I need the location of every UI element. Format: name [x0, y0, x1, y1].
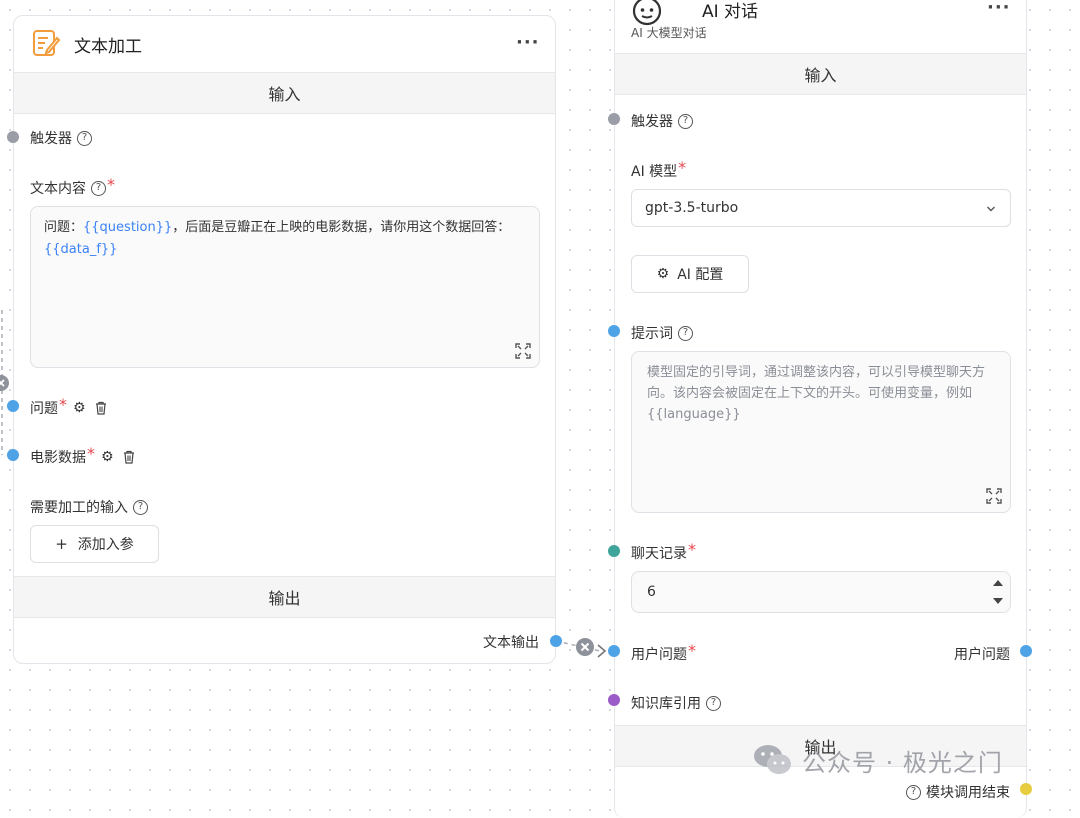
increment-arrow-icon[interactable] [992, 578, 1004, 588]
inputs-to-process-label: 需要加工的输入 ? [30, 497, 148, 517]
chevron-right-icon [597, 644, 607, 658]
user-question-output-handle[interactable] [1020, 645, 1032, 657]
required-marker: * [678, 157, 687, 177]
help-icon[interactable]: ? [133, 499, 148, 515]
question-input-handle[interactable] [7, 400, 19, 412]
ai-chat-node[interactable]: AI 对话 AI 大模型对话 ··· 输入 触发器 ? AI 模型 * gpt-… [614, 0, 1027, 818]
knowledge-base-input-handle[interactable] [608, 694, 620, 706]
user-question-input-handle[interactable] [608, 645, 620, 657]
module-end-label: ? 模块调用结束 [906, 782, 1010, 802]
chat-history-stepper[interactable]: 6 [631, 571, 1011, 613]
input-section-header: 输入 [14, 72, 555, 114]
text-output-handle[interactable] [550, 635, 562, 647]
settings-gear-icon[interactable]: ⚙ [73, 400, 86, 416]
prompt-textarea[interactable]: 模型固定的引导词，通过调整该内容，可以引导模型聊天方向。该内容会被固定在上下文的… [631, 351, 1011, 513]
required-marker: * [87, 443, 95, 463]
trigger-label: 触发器 ? [631, 111, 693, 131]
text-processing-node[interactable]: 文本加工 ··· 输入 触发器 ? 文本内容 ? * 问题：{{question… [13, 15, 556, 664]
plus-icon: + [55, 535, 68, 553]
expand-icon[interactable] [986, 488, 1002, 504]
node-subtitle: AI 大模型对话 [631, 26, 707, 40]
watermark-text: 公众号 · 极光之门 [802, 748, 1003, 777]
remove-connection-icon[interactable] [0, 374, 10, 392]
ai-model-select[interactable]: gpt-3.5-turbo [631, 189, 1011, 227]
trigger-input-handle[interactable] [7, 131, 19, 143]
trash-icon[interactable] [94, 401, 108, 415]
settings-gear-icon: ⚙ [656, 266, 670, 282]
node-title: 文本加工 [74, 37, 142, 57]
trigger-input-handle[interactable] [608, 113, 620, 125]
help-icon[interactable]: ? [906, 784, 921, 800]
trigger-label: 触发器 ? [30, 128, 92, 148]
prompt-placeholder: 模型固定的引导词，通过调整该内容，可以引导模型聊天方向。该内容会被固定在上下文的… [647, 365, 986, 422]
add-param-button[interactable]: + 添加入参 [30, 525, 159, 563]
chevron-down-icon [987, 206, 995, 212]
module-end-output-handle[interactable] [1020, 783, 1032, 795]
required-marker: * [59, 394, 67, 414]
user-question-output-label: 用户问题 [954, 647, 1010, 663]
help-icon[interactable]: ? [91, 180, 106, 196]
text-output-label: 文本输出 [483, 635, 539, 651]
help-icon[interactable]: ? [706, 695, 721, 711]
robot-face-icon [632, 0, 662, 26]
trash-icon[interactable] [122, 450, 136, 464]
wechat-icon [754, 745, 791, 774]
param-movie-data: 电影数据 * ⚙ [30, 443, 136, 467]
required-marker: * [107, 174, 115, 194]
chat-history-label: 聊天记录 * [631, 539, 696, 563]
variable-data-f: {{data_f}} [44, 242, 118, 257]
knowledge-base-label: 知识库引用 ? [631, 693, 721, 713]
movie-data-input-handle[interactable] [7, 449, 19, 461]
prompt-input-handle[interactable] [608, 325, 620, 337]
more-options-button[interactable]: ··· [516, 32, 540, 53]
prompt-label: 提示词 ? [631, 323, 693, 343]
node-header: 文本加工 ··· [14, 16, 555, 72]
ai-model-label: AI 模型 * [631, 157, 687, 181]
edit-document-icon [33, 30, 61, 56]
chat-history-input-handle[interactable] [608, 545, 620, 557]
help-icon[interactable]: ? [678, 325, 693, 341]
help-icon[interactable]: ? [678, 113, 693, 129]
watermark: 公众号 · 极光之门 [752, 742, 1003, 778]
text-content-textarea[interactable]: 问题：{{question}}，后面是豆瓣正在上映的电影数据，请你用这个数据回答… [30, 206, 540, 368]
text-content-label: 文本内容 ? * [30, 174, 115, 198]
ai-config-button[interactable]: ⚙ AI 配置 [631, 255, 749, 293]
remove-connection-icon[interactable] [575, 637, 595, 657]
more-options-button[interactable]: ··· [987, 0, 1011, 18]
input-section-header: 输入 [615, 53, 1026, 95]
user-question-label: 用户问题 * [631, 640, 696, 664]
text-content-value: 问题：{{question}}，后面是豆瓣正在上映的电影数据，请你用这个数据回答… [44, 220, 511, 257]
param-question: 问题 * ⚙ [30, 394, 108, 418]
output-section-header: 输出 [14, 576, 555, 618]
expand-icon[interactable] [515, 343, 531, 359]
help-icon[interactable]: ? [77, 130, 92, 146]
variable-question: {{question}} [83, 220, 173, 235]
required-marker: * [688, 640, 696, 660]
settings-gear-icon[interactable]: ⚙ [101, 449, 114, 465]
decrement-arrow-icon[interactable] [992, 596, 1004, 606]
node-title: AI 对话 [702, 2, 759, 22]
required-marker: * [688, 539, 696, 559]
